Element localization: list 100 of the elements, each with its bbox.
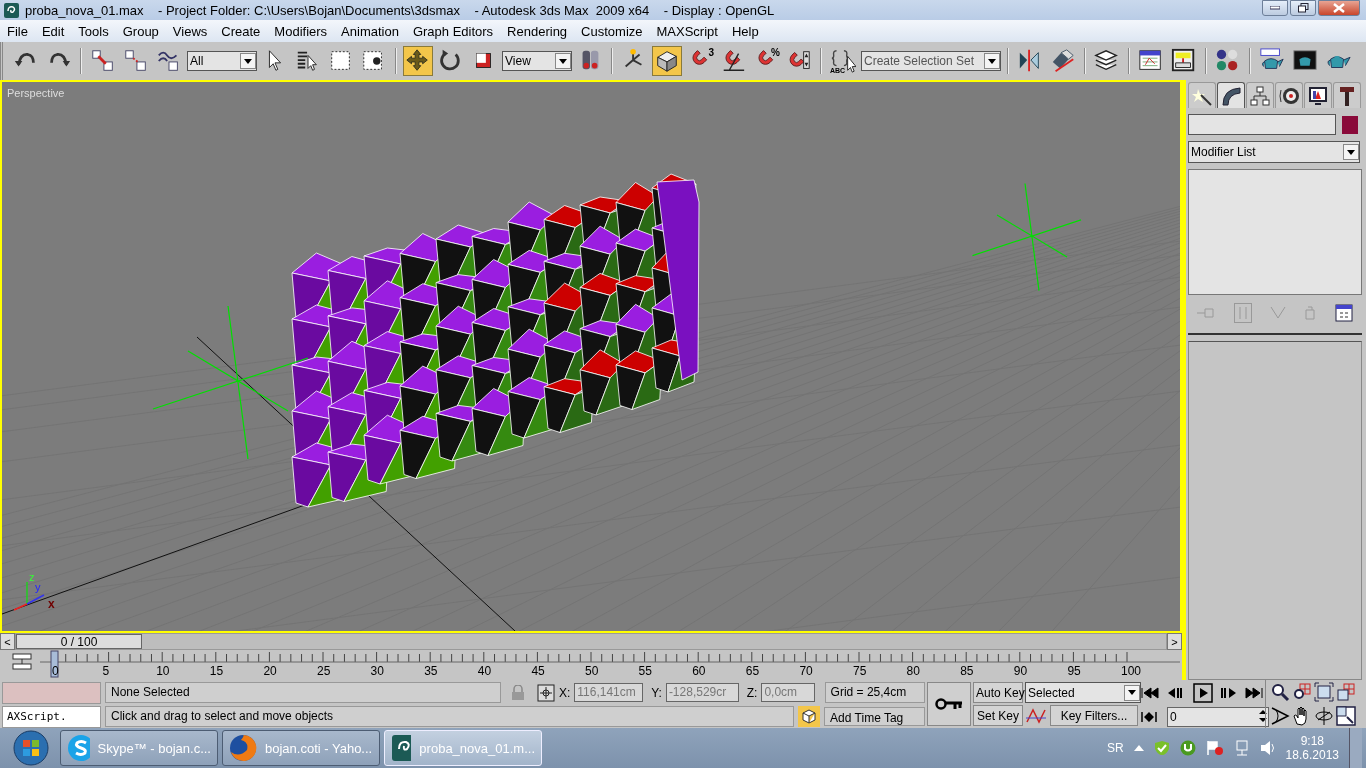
panel-tab[interactable] [1217, 82, 1245, 108]
frame-label: 40 [477, 664, 492, 678]
modifier-stack[interactable] [1188, 169, 1362, 295]
menu-item[interactable]: Animation [334, 23, 406, 39]
restore-icon [1297, 3, 1309, 13]
frame-label: 65 [745, 664, 760, 678]
frame-label: 55 [638, 664, 652, 678]
caret-icon [1347, 149, 1355, 155]
axis-label: z [29, 571, 35, 583]
orbit-icon[interactable] [1314, 706, 1334, 726]
current-frame-field[interactable]: 0 [1167, 707, 1269, 727]
chevron-up-icon[interactable] [1133, 745, 1144, 751]
go-to-start-icon[interactable] [1141, 687, 1161, 699]
configure-icon[interactable] [1334, 304, 1353, 322]
caret-icon [988, 58, 996, 64]
window-title: proba_nova_01.max - Project Folder: C:\Users\Bojan\Documents\3dsmax - Autodesk 3ds Max 2009 x64 - Display : OpenGL [25, 2, 776, 18]
track-bar-icon[interactable] [12, 653, 32, 670]
modifier-list-dropdown[interactable]: Modifier List [1188, 141, 1360, 163]
menu-item[interactable]: Help [724, 23, 766, 39]
time-slider-thumb[interactable]: 0 / 100 [16, 634, 142, 649]
menu-item[interactable]: MAXScript [649, 23, 725, 39]
move-icon[interactable] [403, 46, 433, 76]
menu-item[interactable]: Graph Editors [405, 23, 501, 39]
panel-tab[interactable] [1333, 82, 1361, 108]
app-icon [391, 734, 412, 762]
frame-label: 85 [960, 664, 974, 678]
restore-button[interactable] [1290, 0, 1316, 16]
menu-item[interactable]: Modifiers [267, 23, 335, 39]
box-icon[interactable] [652, 46, 682, 76]
timeline-ruler[interactable] [39, 651, 1181, 663]
zoom-extents-all-icon[interactable] [1336, 682, 1356, 702]
snap-magnet-button[interactable]: 3 [685, 46, 715, 76]
hierarchy-icon [1249, 84, 1271, 107]
selection-dropdown[interactable]: All [187, 51, 257, 71]
frame-label: 25 [317, 664, 331, 678]
name-field[interactable] [1188, 114, 1336, 135]
menu-item[interactable]: File [0, 23, 35, 39]
panel-tab[interactable] [1275, 82, 1303, 108]
shield-icon[interactable] [1153, 740, 1170, 756]
box-icon[interactable] [798, 706, 821, 727]
torrent-icon[interactable] [1179, 740, 1196, 756]
minimize-icon [1270, 6, 1280, 10]
menu-item[interactable]: Tools [71, 23, 116, 39]
frame-label: 15 [209, 664, 224, 678]
key-mode-dropdown[interactable]: Selected [1025, 682, 1141, 703]
caret-icon [244, 58, 252, 64]
menu-item[interactable]: Group [115, 23, 166, 39]
frame-label: 90 [1013, 664, 1028, 678]
zoom-all-icon[interactable] [1292, 682, 1312, 702]
next-frame-button[interactable]: > [1167, 633, 1182, 650]
auto-key-button[interactable]: Auto Key [973, 682, 1023, 703]
frame-label: 45 [531, 664, 545, 678]
frame-label: 0 [52, 664, 59, 678]
frame-label: 75 [853, 664, 867, 678]
speaker-icon[interactable] [1259, 740, 1276, 756]
flag-icon[interactable] [1205, 740, 1224, 756]
frame-label: 35 [424, 664, 438, 678]
go-to-end-icon[interactable] [1245, 687, 1265, 699]
previous-frame-button[interactable]: < [0, 633, 15, 650]
frame-label: 5 [102, 664, 110, 678]
caret-icon [1128, 690, 1136, 695]
set-keys-button[interactable] [927, 682, 971, 726]
frame-label: 50 [585, 664, 599, 678]
listener-field[interactable] [2, 682, 101, 704]
add-time-tag-button[interactable]: Add Time Tag [824, 707, 925, 726]
frame-marker[interactable] [50, 650, 59, 678]
menu-item[interactable]: Create [214, 23, 268, 39]
maximize-viewport-icon[interactable] [1336, 706, 1356, 726]
menu-item[interactable]: Rendering [500, 23, 575, 39]
axis-label: y [35, 581, 41, 593]
menu-item[interactable]: Edit [34, 23, 72, 39]
spinner-icon[interactable] [1258, 708, 1268, 724]
percent-snap-button[interactable]: % [751, 46, 781, 76]
axis-label: x [48, 597, 55, 611]
axis-tripod-icon [13, 581, 45, 611]
frame-label: 80 [906, 664, 920, 678]
maxscript-field[interactable]: AXScript. [2, 706, 101, 728]
panel-tab[interactable] [1188, 82, 1216, 108]
menu-item[interactable]: Views [165, 23, 215, 39]
selection-dropdown[interactable]: View [502, 51, 572, 71]
frame-label: 100 [1121, 664, 1142, 678]
crosshair-icon[interactable] [537, 683, 555, 702]
set-key-button[interactable]: Set Key [973, 705, 1023, 726]
time-slider[interactable]: 0 / 100 [15, 633, 1167, 650]
selection-status: None Selected [105, 682, 502, 703]
close-button[interactable] [1318, 0, 1360, 16]
zoom-icon[interactable] [1270, 682, 1290, 702]
frame-label: 95 [1067, 664, 1081, 678]
grid-size: Grid = 25,4cm [824, 682, 925, 703]
menu-item[interactable]: Customize [574, 23, 650, 39]
selection-dropdown[interactable]: Create Selection Set [861, 51, 1001, 71]
panel-tab[interactable] [1304, 82, 1332, 108]
close-icon [1333, 3, 1345, 13]
key-mode-icon[interactable] [1141, 711, 1157, 723]
y-label: Y: [651, 685, 662, 700]
play-icon[interactable] [1193, 683, 1215, 703]
key-filters-button[interactable]: Key Filters... [1050, 705, 1138, 726]
color-swatch[interactable] [1342, 115, 1358, 134]
field-of-view-icon[interactable] [1270, 706, 1290, 726]
task-label: Skype™ - bojan.c... [97, 740, 211, 756]
